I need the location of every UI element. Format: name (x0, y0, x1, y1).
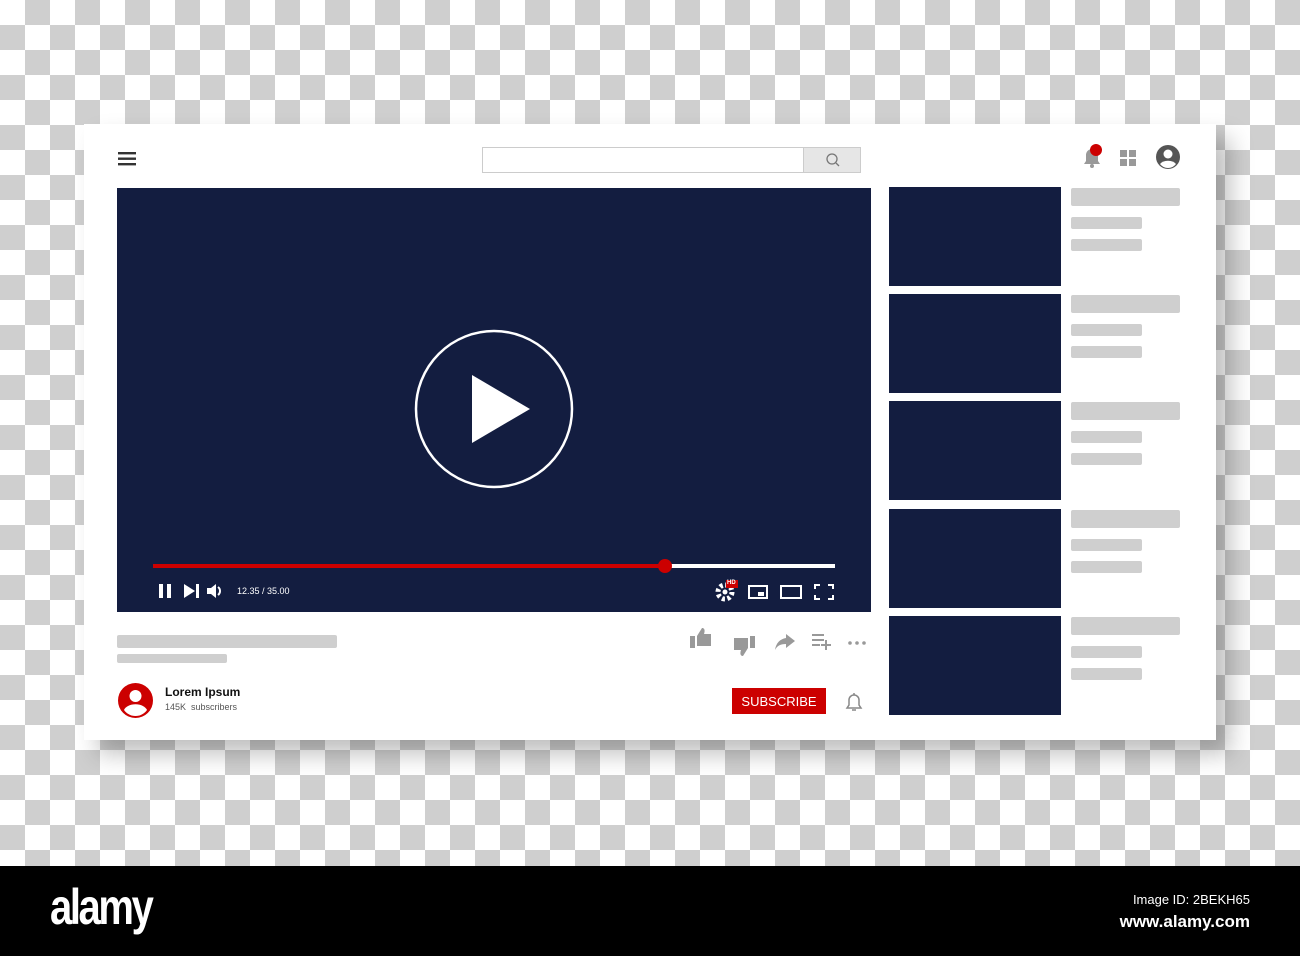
recommended-views-placeholder (1071, 668, 1142, 680)
more-options-icon[interactable] (848, 641, 866, 645)
recommended-video-thumbnail[interactable] (889, 509, 1061, 608)
recommended-video-thumbnail[interactable] (889, 294, 1061, 393)
miniplayer-icon[interactable] (748, 585, 768, 599)
alamy-logo: alamy (50, 879, 154, 935)
pause-icon[interactable] (159, 584, 173, 598)
progress-bar[interactable] (153, 559, 835, 573)
share-icon[interactable] (775, 634, 795, 650)
recommended-title-placeholder (1071, 617, 1180, 635)
search-button[interactable] (803, 147, 861, 173)
progress-handle[interactable] (657, 559, 672, 573)
video-title-placeholder (117, 635, 337, 648)
theater-mode-icon[interactable] (780, 585, 802, 599)
video-page-window: 12.35 / 35.00 HD Lorem Ipsum 145K subscr… (84, 124, 1216, 740)
search-icon (826, 153, 840, 167)
fullscreen-icon[interactable] (814, 584, 834, 600)
volume-icon[interactable] (207, 584, 223, 598)
hd-badge: HD (727, 580, 736, 586)
play-button[interactable] (414, 329, 574, 489)
recommended-video-thumbnail[interactable] (889, 401, 1061, 500)
channel-avatar[interactable] (118, 683, 153, 718)
recommended-views-placeholder (1071, 239, 1142, 251)
time-display: 12.35 / 35.00 (237, 586, 290, 596)
recommended-channel-placeholder (1071, 217, 1142, 229)
notifications-icon[interactable] (1080, 144, 1104, 168)
recommended-views-placeholder (1071, 346, 1142, 358)
settings-icon[interactable]: HD (715, 580, 739, 602)
recommended-channel-placeholder (1071, 431, 1142, 443)
account-avatar-icon[interactable] (1156, 145, 1180, 169)
recommended-title-placeholder (1071, 510, 1180, 528)
search-input[interactable] (482, 147, 804, 173)
recommended-title-placeholder (1071, 188, 1180, 206)
recommended-video-thumbnail[interactable] (889, 616, 1061, 715)
recommended-video-thumbnail[interactable] (889, 187, 1061, 286)
like-icon[interactable] (690, 628, 712, 648)
site-url: www.alamy.com (1119, 912, 1250, 931)
recommended-views-placeholder (1071, 561, 1142, 573)
recommended-title-placeholder (1071, 295, 1180, 313)
add-to-playlist-icon[interactable] (812, 634, 832, 650)
recommended-channel-placeholder (1071, 539, 1142, 551)
recommended-title-placeholder (1071, 402, 1180, 420)
recommended-views-placeholder (1071, 453, 1142, 465)
dislike-icon[interactable] (733, 634, 755, 656)
recommended-channel-placeholder (1071, 324, 1142, 336)
channel-notification-bell-icon[interactable] (845, 691, 863, 713)
progress-played (153, 564, 665, 568)
video-views-placeholder (117, 654, 227, 663)
menu-icon[interactable] (118, 152, 136, 166)
apps-grid-icon[interactable] (1120, 150, 1136, 166)
channel-name[interactable]: Lorem Ipsum (165, 685, 240, 699)
subscribe-button[interactable]: SUBSCRIBE (732, 688, 826, 714)
image-id: Image ID: 2BEKH65 (1132, 892, 1250, 907)
video-player[interactable]: 12.35 / 35.00 HD (117, 188, 871, 612)
footer-bar: alamy Image ID: 2BEKH65 www.alamy.com (0, 866, 1300, 956)
recommended-channel-placeholder (1071, 646, 1142, 658)
subscriber-count: 145K subscribers (165, 702, 238, 712)
next-icon[interactable] (184, 584, 200, 598)
